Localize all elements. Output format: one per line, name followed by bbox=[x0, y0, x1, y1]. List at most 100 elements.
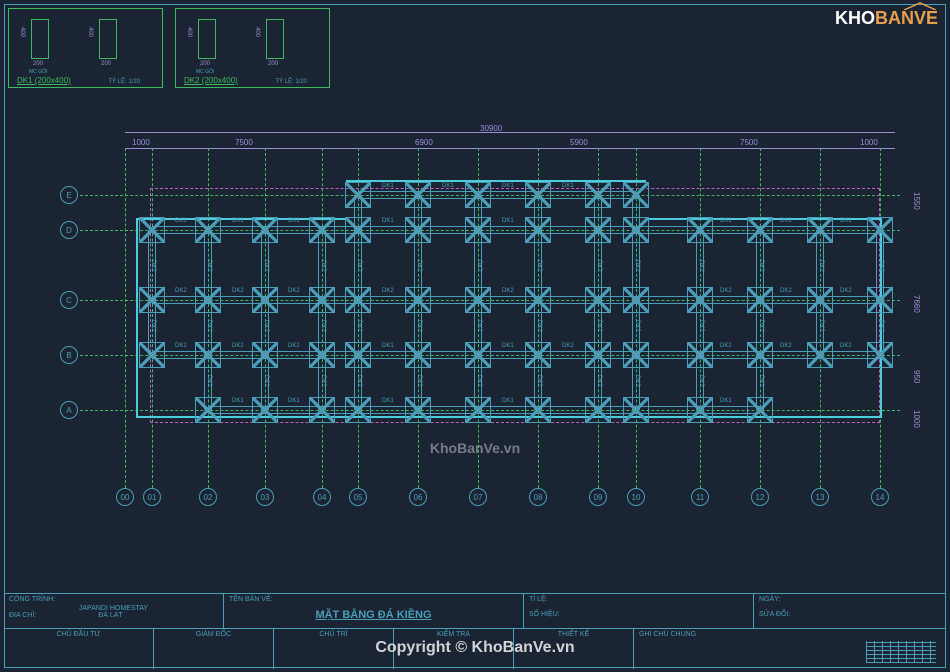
grid-bubble-row: E bbox=[60, 186, 78, 204]
beam-label: DK2 bbox=[720, 343, 732, 349]
beam-label: DK2 bbox=[758, 375, 764, 387]
beam-label: DK2 bbox=[206, 260, 212, 272]
hatch-legend bbox=[866, 641, 936, 663]
dim-text: 400 bbox=[186, 27, 192, 37]
beam-label: DK2 bbox=[263, 375, 269, 387]
beam-label: DK2 bbox=[596, 320, 602, 332]
grid-bubble-col: 14 bbox=[871, 488, 889, 506]
beam-label: DK1 bbox=[442, 183, 454, 189]
beam-label: DK2 bbox=[382, 288, 394, 294]
dim-line bbox=[125, 132, 895, 133]
beam-label: DK2 bbox=[818, 260, 824, 272]
grid-bubble-col: 07 bbox=[469, 488, 487, 506]
label-sohieu: SỐ HIỆU: bbox=[529, 611, 748, 618]
watermark-copyright: Copyright © KhoBanVe.vn bbox=[375, 639, 574, 657]
beam-label: DK1 bbox=[502, 398, 514, 404]
beam-label: DK2 bbox=[840, 288, 852, 294]
beam-label: DK2 bbox=[698, 320, 704, 332]
dim-text: 1000 bbox=[132, 138, 150, 147]
beam-label: DK2 bbox=[356, 260, 362, 272]
beam-label: DK2 bbox=[416, 320, 422, 332]
grid-bubble-col: 13 bbox=[811, 488, 829, 506]
beam-label: DK1 bbox=[720, 398, 732, 404]
beam-label: DK1 bbox=[780, 218, 792, 224]
beam-label: DK2 bbox=[356, 375, 362, 387]
dim-text: 6900 bbox=[415, 138, 433, 147]
dim-text: 950 bbox=[912, 370, 921, 383]
beam-label: DK2 bbox=[416, 260, 422, 272]
beam-label: DK2 bbox=[502, 288, 514, 294]
section-shape bbox=[31, 19, 49, 59]
mc-label: MC GỐI bbox=[196, 69, 214, 75]
section-shape bbox=[198, 19, 216, 59]
beam-label: DK2 bbox=[232, 343, 244, 349]
label-tile: TỈ LỆ: bbox=[529, 596, 748, 603]
grid-bubble-col: 00 bbox=[116, 488, 134, 506]
beam-label: DK2 bbox=[232, 288, 244, 294]
beam-label: DK1 bbox=[720, 218, 732, 224]
beam-label: DK2 bbox=[840, 343, 852, 349]
grid-bubble-col: 03 bbox=[256, 488, 274, 506]
beam-label: DK1 bbox=[382, 183, 394, 189]
detail-label: DK1 (200x400) bbox=[17, 76, 71, 85]
beam-label: DK1 bbox=[382, 398, 394, 404]
beam-label: DK2 bbox=[536, 375, 542, 387]
grid-bubble-col: 05 bbox=[349, 488, 367, 506]
beam-label: DK2 bbox=[596, 375, 602, 387]
grid-bubble-col: 12 bbox=[751, 488, 769, 506]
beam-label: DK2 bbox=[476, 260, 482, 272]
label-giamdoc: GIÁM ĐỐC bbox=[154, 629, 274, 669]
label-suadoi: SỬA ĐỔI: bbox=[759, 611, 939, 618]
building-outline bbox=[136, 218, 346, 418]
label-ghichu: GHI CHÚ CHUNG bbox=[639, 631, 696, 638]
detail-scale: TỶ LỆ: 1/20 bbox=[108, 79, 140, 85]
beam-label: DK2 bbox=[758, 320, 764, 332]
beam-label: DK1 bbox=[562, 183, 574, 189]
grid-bubble-row: C bbox=[60, 291, 78, 309]
beam-label: DK1 bbox=[502, 343, 514, 349]
logo-text-2: BANVE bbox=[875, 8, 938, 28]
plan-drawing-area: 30900 1000 7500 6900 5900 7500 1000 1550… bbox=[60, 120, 930, 520]
beam-label: DK2 bbox=[878, 320, 884, 332]
beam-label: DK2 bbox=[150, 320, 156, 332]
beam-label: DK1 bbox=[840, 218, 852, 224]
building-outline bbox=[646, 218, 882, 418]
beam-label: DK2 bbox=[780, 343, 792, 349]
watermark-center: KhoBanVe.vn bbox=[430, 440, 520, 456]
dim-text: 7660 bbox=[912, 295, 921, 313]
dim-text: 200 bbox=[101, 61, 111, 67]
dim-text: 1000 bbox=[860, 138, 878, 147]
grid-bubble-col: 11 bbox=[691, 488, 709, 506]
label-ngay: NGÀY: bbox=[759, 596, 939, 603]
beam-label: DK2 bbox=[206, 320, 212, 332]
dim-text: 400 bbox=[254, 27, 260, 37]
logo-text-1: KHO bbox=[835, 8, 875, 28]
beam-label: DK2 bbox=[476, 375, 482, 387]
beam-label: DK2 bbox=[562, 343, 574, 349]
dim-text: 400 bbox=[87, 27, 93, 37]
value-congtrinh: JAPANDI HOMESTAY bbox=[9, 605, 218, 612]
beam-label: DK2 bbox=[356, 320, 362, 332]
dim-text: 200 bbox=[268, 61, 278, 67]
grid-bubble-col: 09 bbox=[589, 488, 607, 506]
grid-bubble-col: 10 bbox=[627, 488, 645, 506]
grid-bubble-col: 02 bbox=[199, 488, 217, 506]
detail-dk2: 400 400 200 200 MC GỐI DK2 (200x400) TỶ … bbox=[175, 8, 330, 88]
section-shape bbox=[266, 19, 284, 59]
beam-label: DK2 bbox=[150, 260, 156, 272]
beam-label: DK2 bbox=[263, 260, 269, 272]
beam-label: DK2 bbox=[720, 288, 732, 294]
dim-text: 200 bbox=[200, 61, 210, 67]
dim-text: 200 bbox=[33, 61, 43, 67]
drawing-title: MẶT BẰNG ĐÁ KIỀNG bbox=[315, 609, 431, 621]
beam-label: DK2 bbox=[320, 320, 326, 332]
beam-label: DK2 bbox=[416, 375, 422, 387]
dim-text: 1000 bbox=[912, 410, 921, 428]
beam-label: DK1 bbox=[288, 218, 300, 224]
beam-label: DK2 bbox=[758, 260, 764, 272]
beam-label: DK1 bbox=[382, 343, 394, 349]
beam-label: DK1 bbox=[502, 218, 514, 224]
beam-label: DK2 bbox=[175, 343, 187, 349]
label-tenbanve: TÊN BẢN VẼ: bbox=[229, 596, 273, 603]
dim-line bbox=[125, 148, 895, 149]
